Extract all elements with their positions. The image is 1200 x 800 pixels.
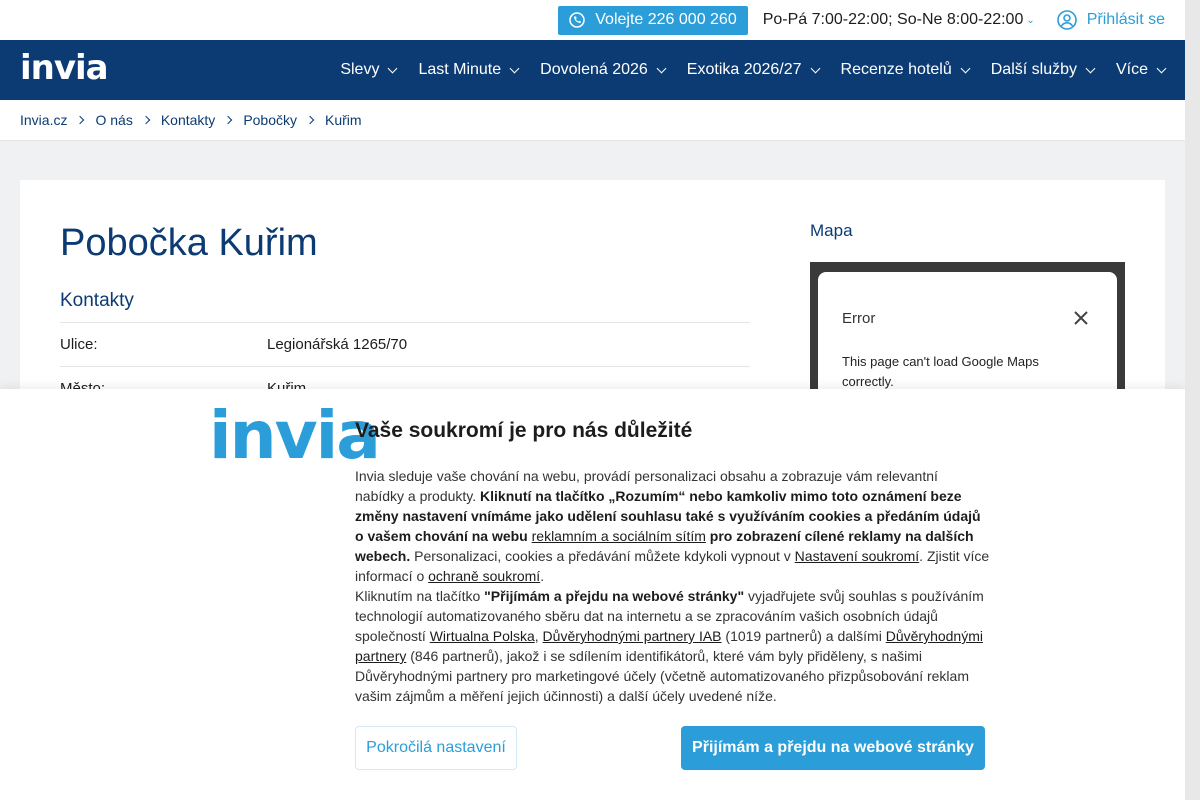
nav-items: Slevy Last Minute Dovolená 2026 Exotika …	[340, 61, 1167, 79]
chevron-down-icon	[509, 63, 520, 73]
breadcrumb-item[interactable]: Kontakty	[161, 112, 215, 128]
nav-item-label: Další služby	[990, 61, 1077, 78]
nav-item-label: Dovolená 2026	[540, 61, 648, 78]
chevron-right-icon	[224, 115, 233, 125]
chevron-down-icon	[387, 63, 398, 73]
chevron-right-icon	[76, 115, 85, 125]
breadcrumb-item-current[interactable]: Kuřim	[325, 112, 362, 128]
text: ,	[534, 628, 543, 644]
ad-networks-link[interactable]: reklamním a sociálním sítím	[532, 528, 706, 544]
text: (846 partnerů), jakož i se sdílením iden…	[355, 648, 969, 704]
nav-item-label: Slevy	[340, 61, 380, 78]
nav-item-label: Více	[1115, 61, 1148, 78]
breadcrumb-item[interactable]: O nás	[95, 112, 132, 128]
error-text: This page can't load Google Maps correct…	[842, 354, 1039, 389]
phone-icon	[569, 12, 586, 28]
accept-button[interactable]: Přijímám a přejdu na webové stránky	[681, 726, 985, 770]
section-title: Kontakty	[60, 290, 134, 311]
cookie-title: Vaše soukromí je pro nás důležité	[355, 419, 693, 442]
text: Kliknutím na tlačítko	[355, 588, 485, 604]
logo[interactable]: invia	[20, 51, 109, 85]
chevron-down-icon	[810, 63, 820, 73]
page: Volejte 226 000 260 Po-Pá 7:00-22:00; So…	[0, 0, 1185, 800]
nav-item-slevy[interactable]: Slevy	[340, 61, 398, 79]
nav-item-label: Recenze hotelů	[840, 61, 952, 78]
text: .	[540, 568, 545, 584]
user-icon	[1056, 10, 1077, 30]
chevron-down-icon: ⌄	[1026, 14, 1035, 26]
cookie-text: Invia sleduje vaše chování na webu, prov…	[355, 466, 990, 706]
hours-dropdown[interactable]: Po-Pá 7:00-22:00; So-Ne 8:00-22:00 ⌄	[763, 11, 1035, 29]
error-title: Error	[842, 310, 876, 327]
map-title: Mapa	[810, 221, 853, 240]
call-label: Volejte 226 000 260	[595, 11, 737, 28]
table-row: Ulice: Legionářská 1265/70	[60, 322, 750, 366]
breadcrumb-item[interactable]: Pobočky	[243, 112, 297, 128]
chevron-right-icon	[141, 115, 151, 125]
advanced-settings-button[interactable]: Pokročilá nastavení	[355, 726, 517, 770]
breadcrumb-item[interactable]: Invia.cz	[20, 112, 67, 128]
privacy-link[interactable]: ochraně soukromí	[428, 568, 540, 584]
nav-item-recenze[interactable]: Recenze hotelů	[840, 61, 971, 79]
login-link[interactable]: Přihlásit se	[1056, 10, 1165, 30]
cookie-banner: invia Vaše soukromí je pro nás důležité …	[0, 389, 1185, 800]
breadcrumb: Invia.cz O nás Kontakty Pobočky Kuřim	[0, 100, 1185, 141]
cookie-paragraph-1: Invia sleduje vaše chování na webu, prov…	[355, 466, 990, 586]
chevron-down-icon	[1156, 63, 1167, 73]
nav-item-vice[interactable]: Více	[1115, 61, 1167, 79]
nav-item-last-minute[interactable]: Last Minute	[418, 61, 520, 79]
text-bold: "Přijímám a přejdu na webové stránky"	[484, 588, 745, 604]
chevron-down-icon	[1085, 63, 1096, 73]
row-value: Legionářská 1265/70	[267, 336, 408, 353]
row-key: Ulice:	[60, 336, 98, 353]
nav-item-exotika[interactable]: Exotika 2026/27	[686, 61, 820, 79]
chevron-down-icon	[656, 63, 667, 73]
privacy-settings-link[interactable]: Nastavení soukromí	[795, 548, 920, 564]
call-button[interactable]: Volejte 226 000 260	[558, 5, 748, 35]
text: Personalizaci, cookies a předávání můžet…	[410, 548, 795, 564]
cookie-paragraph-2: Kliknutím na tlačítko "Přijímám a přejdu…	[355, 586, 990, 706]
nav-item-dovolena[interactable]: Dovolená 2026	[540, 61, 667, 79]
text: (1019 partnerů) a dalšími	[721, 628, 886, 644]
nav-item-label: Exotika 2026/27	[686, 61, 802, 78]
hours-text: Po-Pá 7:00-22:00; So-Ne 8:00-22:00	[762, 11, 1024, 28]
wirtualna-polska-link[interactable]: Wirtualna Polska	[430, 628, 535, 644]
scrollbar[interactable]	[1185, 0, 1200, 800]
main-nav: invia Slevy Last Minute Dovolená 2026 Ex…	[0, 40, 1185, 100]
chevron-right-icon	[305, 115, 315, 125]
nav-item-label: Last Minute	[418, 61, 502, 78]
iab-partners-link[interactable]: Důvěryhodnými partnery IAB	[543, 628, 722, 644]
page-title: Pobočka Kuřim	[60, 222, 318, 264]
close-icon[interactable]	[1073, 310, 1089, 326]
chevron-down-icon	[960, 63, 971, 73]
nav-item-dalsi-sluzby[interactable]: Další služby	[990, 61, 1096, 79]
login-label: Přihlásit se	[1086, 11, 1165, 28]
cookie-logo: invia	[209, 397, 381, 474]
top-bar: Volejte 226 000 260 Po-Pá 7:00-22:00; So…	[0, 0, 1185, 40]
